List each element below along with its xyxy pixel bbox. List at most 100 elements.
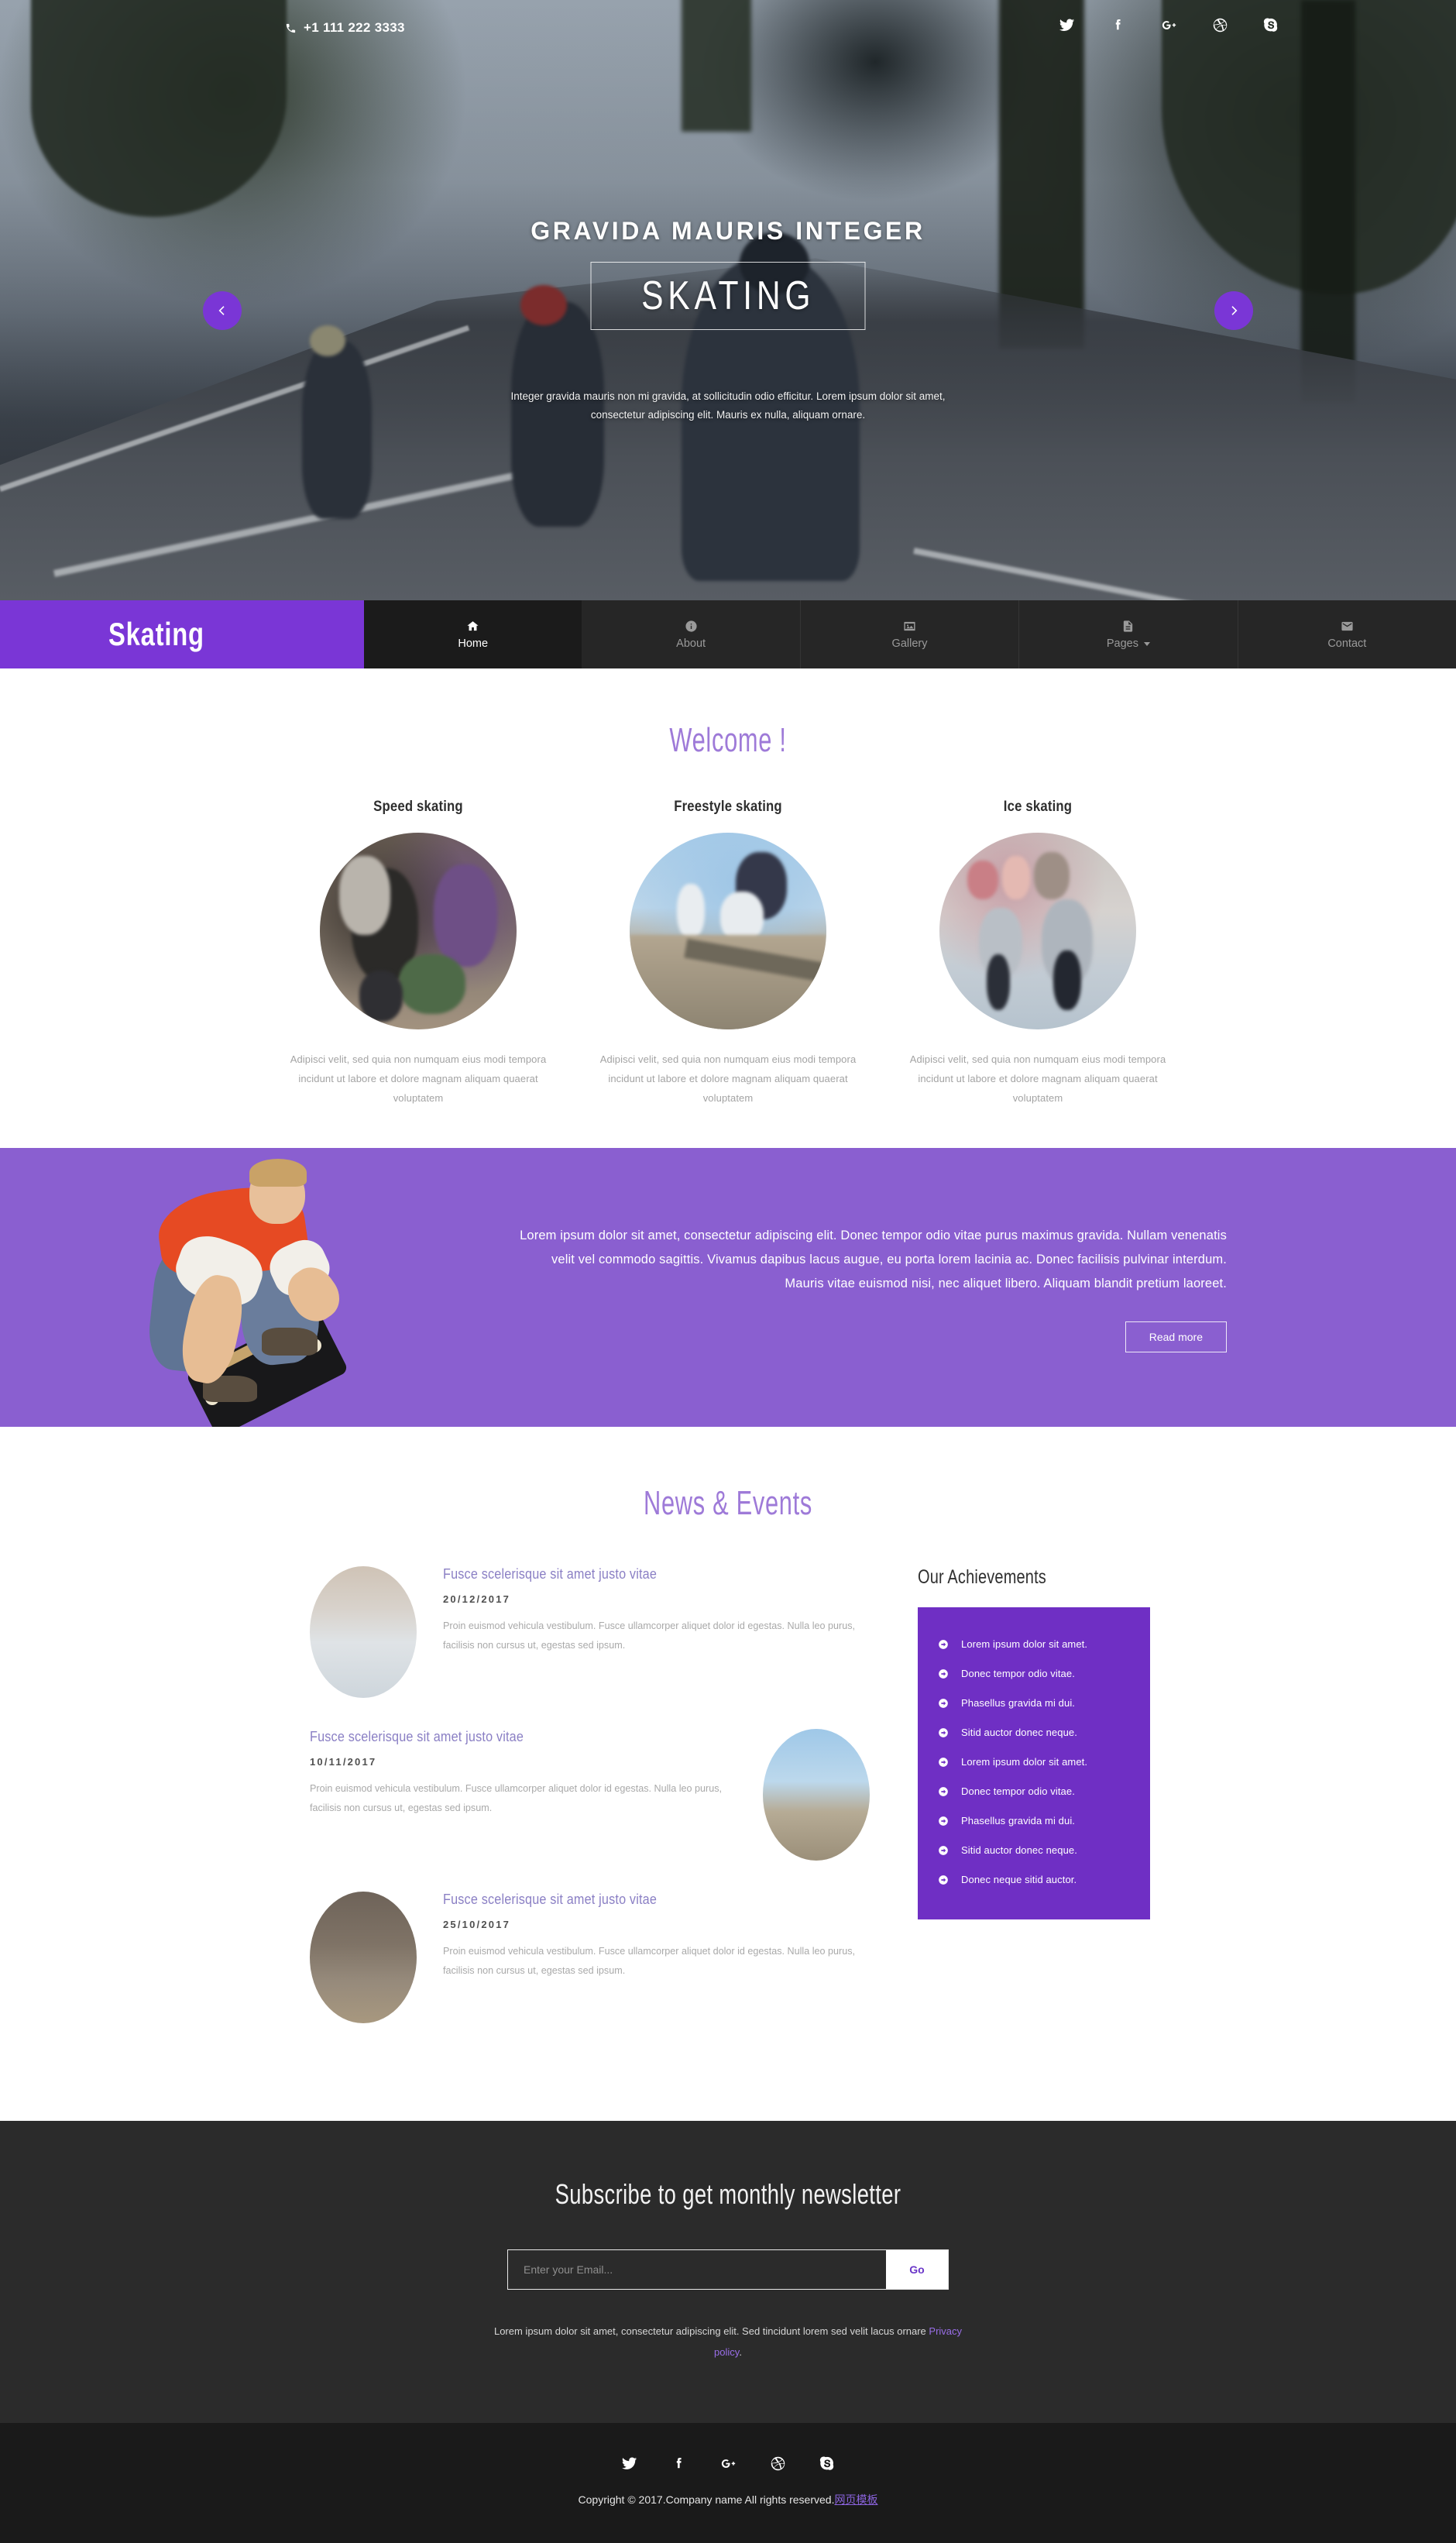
nav-item-contact[interactable]: Contact [1237, 600, 1456, 668]
skype-icon[interactable] [819, 2455, 836, 2472]
nav-item-pages[interactable]: Pages [1018, 600, 1237, 668]
nav-item-gallery[interactable]: Gallery [799, 600, 1018, 668]
service-title: Ice skating [1003, 799, 1073, 815]
service-image-freestyle-skating [630, 833, 826, 1029]
nav-item-pages-label: Pages [1106, 637, 1138, 650]
main-navigation: Skating Home About Gallery Pages Contact [0, 600, 1456, 668]
phone-icon [285, 22, 297, 34]
news-item-title: Fusce scelerisque sit amet justo vitae [310, 1729, 524, 1744]
site-logo[interactable]: Skating [0, 600, 364, 668]
service-card[interactable]: Speed skating Adipisci velit, sed quia n… [263, 799, 573, 1108]
achievement-label: Donec tempor odio vitae. [961, 1785, 1075, 1797]
google-plus-icon[interactable] [1161, 17, 1177, 33]
achievement-item[interactable]: Sitid auctor donec neque. [938, 1844, 1130, 1856]
newsletter-note-before: Lorem ipsum dolor sit amet, consectetur … [493, 2325, 929, 2337]
news-item[interactable]: Fusce scelerisque sit amet justo vitae 2… [310, 1566, 870, 1698]
hero-title: GRAVIDA MAURIS INTEGER [531, 217, 925, 245]
site-logo-text: Skating [108, 616, 204, 652]
service-description: Adipisci velit, sed quia non numquam eiu… [290, 1053, 547, 1104]
image-icon [903, 619, 916, 633]
copyright-link[interactable]: 网页模板 [834, 2493, 877, 2506]
nav-item-home-label: Home [458, 637, 489, 650]
newsletter-note-after: . [739, 2346, 742, 2358]
arrow-circle-right-icon [938, 1668, 949, 1679]
phone-number-text: +1 111 222 3333 [304, 20, 405, 35]
news-item-date: 20/12/2017 [443, 1593, 511, 1605]
newsletter-title: Subscribe to get monthly newsletter [555, 2178, 901, 2210]
news-section: News & Events Fusce scelerisque sit amet… [0, 1427, 1456, 2121]
hero-slider: +1 111 222 3333 GRAVIDA MAURIS INTEGER S… [0, 0, 1456, 600]
arrow-circle-right-icon [938, 1639, 949, 1650]
chevron-left-icon [216, 304, 228, 317]
email-input[interactable] [508, 2250, 886, 2289]
news-thumbnail [310, 1892, 417, 2023]
service-card[interactable]: Freestyle skating Adipisci velit, sed qu… [573, 799, 883, 1108]
achievement-item[interactable]: Donec tempor odio vitae. [938, 1785, 1130, 1797]
newsletter-note: Lorem ipsum dolor sit amet, consectetur … [492, 2321, 964, 2363]
newsletter-form: Go [507, 2249, 949, 2290]
achievements-title: Our Achievements [918, 1566, 1046, 1588]
facebook-icon[interactable] [671, 2455, 687, 2472]
dribbble-icon[interactable] [770, 2455, 786, 2472]
read-more-button[interactable]: Read more [1125, 1321, 1227, 1352]
dribbble-icon[interactable] [1212, 17, 1228, 33]
promo-banner-body: Lorem ipsum dolor sit amet, consectetur … [496, 1223, 1239, 1352]
news-item[interactable]: Fusce scelerisque sit amet justo vitae 1… [310, 1729, 870, 1861]
chevron-down-icon [1143, 641, 1150, 646]
news-thumbnail [763, 1729, 870, 1861]
nav-items: Home About Gallery Pages Contact [364, 600, 1456, 668]
news-title: News & Events [644, 1484, 812, 1522]
hero-subtitle: Integer gravida mauris non mi gravida, a… [510, 390, 946, 421]
twitter-icon[interactable] [1059, 17, 1075, 33]
skype-icon[interactable] [1263, 17, 1279, 33]
arrow-circle-right-icon [938, 1698, 949, 1709]
achievement-label: Sitid auctor donec neque. [961, 1844, 1077, 1856]
arrow-circle-right-icon [938, 1875, 949, 1885]
facebook-icon[interactable] [1110, 17, 1126, 33]
nav-item-contact-label: Contact [1327, 637, 1367, 650]
newsletter-submit-button[interactable]: Go [886, 2250, 948, 2289]
twitter-icon[interactable] [621, 2455, 637, 2472]
top-bar: +1 111 222 3333 [0, 0, 1456, 54]
footer-social-links [0, 2455, 1456, 2472]
achievement-label: Lorem ipsum dolor sit amet. [961, 1638, 1088, 1650]
promo-banner-text: Lorem ipsum dolor sit amet, consectetur … [520, 1227, 1227, 1290]
achievement-label: Sitid auctor donec neque. [961, 1727, 1077, 1738]
arrow-circle-right-icon [938, 1757, 949, 1768]
home-icon [466, 619, 479, 633]
service-image-ice-skating [939, 833, 1136, 1029]
envelope-icon [1341, 619, 1354, 633]
arrow-circle-right-icon [938, 1727, 949, 1738]
service-image-speed-skating [320, 833, 517, 1029]
achievement-label: Phasellus gravida mi dui. [961, 1697, 1076, 1709]
nav-item-home[interactable]: Home [364, 600, 582, 668]
news-list: Fusce scelerisque sit amet justo vitae 2… [310, 1566, 870, 2054]
services-list: Speed skating Adipisci velit, sed quia n… [0, 799, 1456, 1108]
achievement-item[interactable]: Donec tempor odio vitae. [938, 1668, 1130, 1679]
google-plus-icon[interactable] [720, 2455, 737, 2472]
news-item-title: Fusce scelerisque sit amet justo vitae [443, 1892, 658, 1907]
achievement-label: Donec tempor odio vitae. [961, 1668, 1075, 1679]
service-title: Freestyle skating [674, 799, 782, 815]
arrow-circle-right-icon [938, 1845, 949, 1856]
achievement-label: Lorem ipsum dolor sit amet. [961, 1756, 1088, 1768]
service-card[interactable]: Ice skating Adipisci velit, sed quia non… [883, 799, 1193, 1108]
achievement-item[interactable]: Sitid auctor donec neque. [938, 1727, 1130, 1738]
achievement-item[interactable]: Lorem ipsum dolor sit amet. [938, 1638, 1130, 1650]
phone-number[interactable]: +1 111 222 3333 [285, 20, 405, 36]
nav-item-about-label: About [676, 637, 706, 650]
news-item[interactable]: Fusce scelerisque sit amet justo vitae 2… [310, 1892, 870, 2023]
achievement-item[interactable]: Phasellus gravida mi dui. [938, 1815, 1130, 1826]
carousel-next-button[interactable] [1214, 291, 1253, 330]
achievement-item[interactable]: Lorem ipsum dolor sit amet. [938, 1756, 1130, 1768]
skater-illustration [77, 1159, 403, 1427]
hero-boxed-word: SKATING [590, 262, 866, 330]
news-item-title: Fusce scelerisque sit amet justo vitae [443, 1566, 658, 1582]
nav-item-about[interactable]: About [582, 600, 799, 668]
carousel-prev-button[interactable] [203, 291, 242, 330]
achievements-panel: Our Achievements Lorem ipsum dolor sit a… [918, 1566, 1150, 2054]
top-social-links [1059, 17, 1279, 33]
achievement-item[interactable]: Phasellus gravida mi dui. [938, 1697, 1130, 1709]
achievement-item[interactable]: Donec neque sitid auctor. [938, 1874, 1130, 1885]
news-thumbnail [310, 1566, 417, 1698]
